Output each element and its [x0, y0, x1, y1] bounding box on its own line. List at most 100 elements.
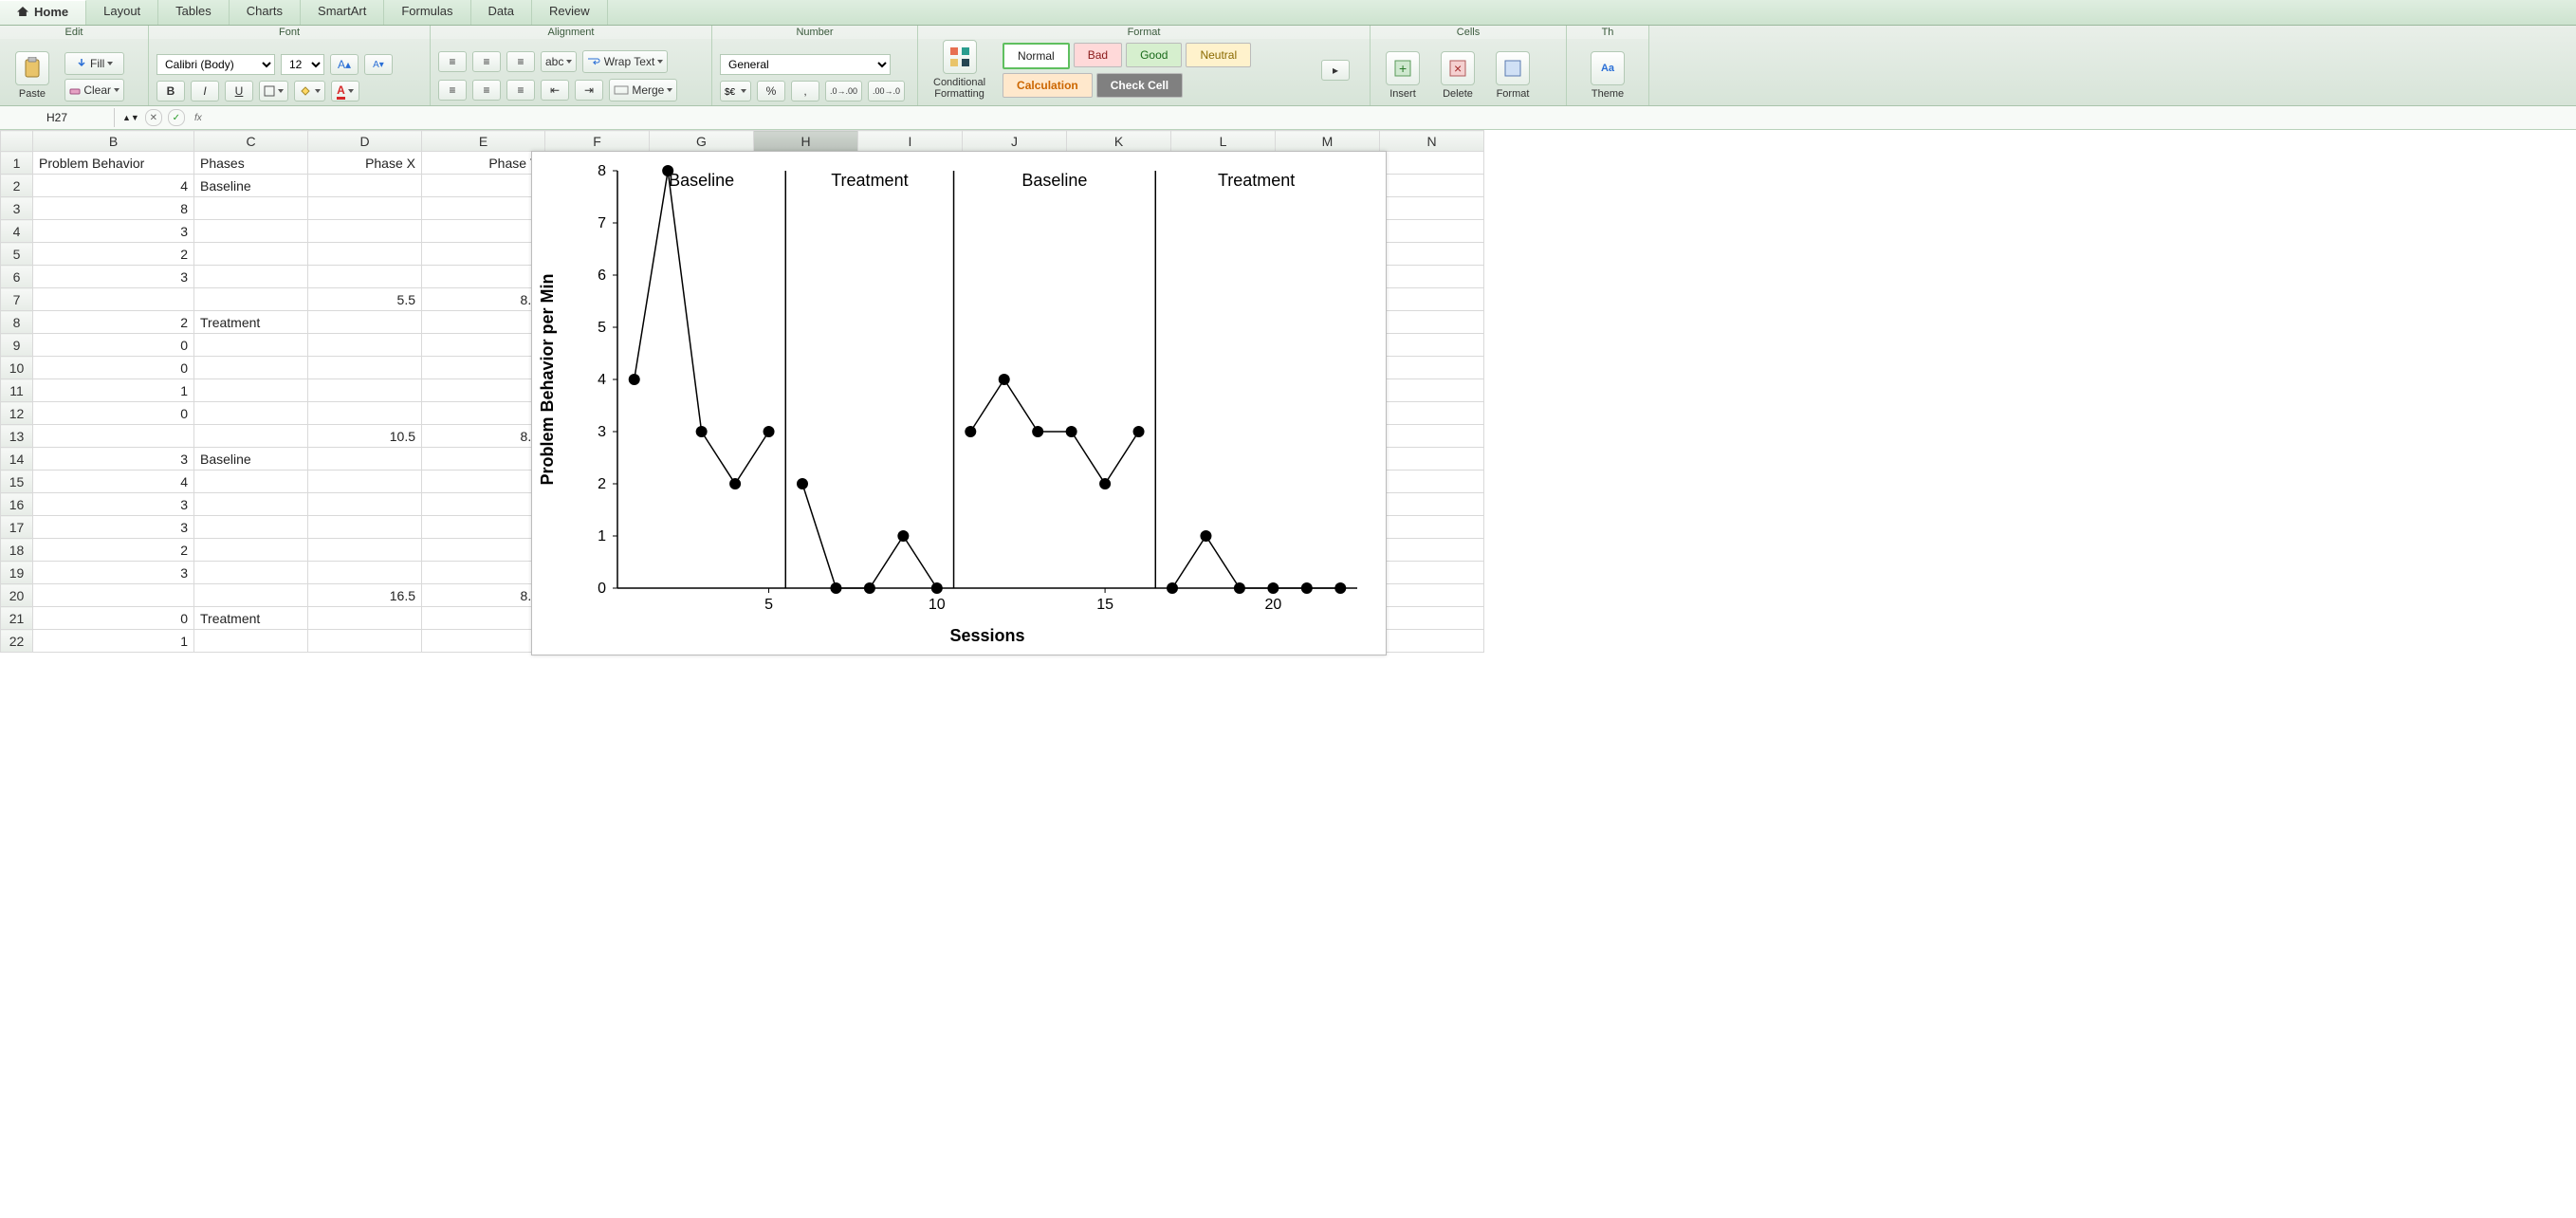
column-header-G[interactable]: G: [650, 131, 754, 152]
cell-B13[interactable]: [33, 425, 194, 448]
cell-B6[interactable]: 3: [33, 266, 194, 288]
style-calculation[interactable]: Calculation: [1003, 73, 1093, 98]
align-bottom-button[interactable]: ≡: [506, 51, 535, 72]
column-header-F[interactable]: F: [545, 131, 650, 152]
cell-E8[interactable]: [422, 311, 545, 334]
column-header-B[interactable]: B: [33, 131, 194, 152]
cell-D16[interactable]: [308, 493, 422, 516]
cell-B16[interactable]: 3: [33, 493, 194, 516]
row-header-22[interactable]: 22: [1, 630, 33, 653]
cell-N13[interactable]: [1380, 425, 1484, 448]
cell-B12[interactable]: 0: [33, 402, 194, 425]
cell-B8[interactable]: 2: [33, 311, 194, 334]
select-all-corner[interactable]: [1, 131, 33, 152]
shrink-font-button[interactable]: A▾: [364, 54, 393, 75]
decrease-decimal-button[interactable]: .00→.0: [868, 81, 905, 102]
cell-B22[interactable]: 1: [33, 630, 194, 653]
cell-N21[interactable]: [1380, 607, 1484, 630]
row-header-15[interactable]: 15: [1, 471, 33, 493]
cell-N20[interactable]: [1380, 584, 1484, 607]
cell-B1[interactable]: Problem Behavior: [33, 152, 194, 175]
name-box[interactable]: H27: [0, 108, 115, 127]
currency-button[interactable]: $€: [720, 81, 751, 102]
cell-C7[interactable]: [194, 288, 308, 311]
cell-B7[interactable]: [33, 288, 194, 311]
font-family-select[interactable]: Calibri (Body): [156, 54, 275, 75]
cell-E17[interactable]: [422, 516, 545, 539]
cell-C4[interactable]: [194, 220, 308, 243]
cell-D22[interactable]: [308, 630, 422, 653]
percent-button[interactable]: %: [757, 81, 785, 102]
row-header-8[interactable]: 8: [1, 311, 33, 334]
row-header-5[interactable]: 5: [1, 243, 33, 266]
cell-E11[interactable]: [422, 379, 545, 402]
style-neutral[interactable]: Neutral: [1186, 43, 1251, 67]
cell-D7[interactable]: 5.5: [308, 288, 422, 311]
row-header-10[interactable]: 10: [1, 357, 33, 379]
cell-N8[interactable]: [1380, 311, 1484, 334]
cell-N14[interactable]: [1380, 448, 1484, 471]
cell-D11[interactable]: [308, 379, 422, 402]
align-left-button[interactable]: ≡: [438, 80, 467, 101]
cell-C22[interactable]: [194, 630, 308, 653]
number-format-select[interactable]: General: [720, 54, 891, 75]
cell-C13[interactable]: [194, 425, 308, 448]
cell-C5[interactable]: [194, 243, 308, 266]
cell-E9[interactable]: [422, 334, 545, 357]
cell-B3[interactable]: 8: [33, 197, 194, 220]
cell-C19[interactable]: [194, 562, 308, 584]
cell-D8[interactable]: [308, 311, 422, 334]
row-header-1[interactable]: 1: [1, 152, 33, 175]
cell-N1[interactable]: [1380, 152, 1484, 175]
cell-D10[interactable]: [308, 357, 422, 379]
cell-B20[interactable]: [33, 584, 194, 607]
cell-N5[interactable]: [1380, 243, 1484, 266]
column-header-H[interactable]: H: [754, 131, 858, 152]
cell-E2[interactable]: [422, 175, 545, 197]
cell-B14[interactable]: 3: [33, 448, 194, 471]
cell-N22[interactable]: [1380, 630, 1484, 653]
grow-font-button[interactable]: A▴: [330, 54, 359, 75]
cell-D15[interactable]: [308, 471, 422, 493]
cell-C3[interactable]: [194, 197, 308, 220]
row-header-20[interactable]: 20: [1, 584, 33, 607]
styles-more-button[interactable]: ▸: [1321, 60, 1350, 81]
cell-N6[interactable]: [1380, 266, 1484, 288]
cell-E22[interactable]: [422, 630, 545, 653]
cell-D13[interactable]: 10.5: [308, 425, 422, 448]
bold-button[interactable]: B: [156, 81, 185, 102]
cell-N19[interactable]: [1380, 562, 1484, 584]
italic-button[interactable]: I: [191, 81, 219, 102]
cell-E1[interactable]: Phase Y: [422, 152, 545, 175]
column-header-M[interactable]: M: [1276, 131, 1380, 152]
cell-B10[interactable]: 0: [33, 357, 194, 379]
tab-review[interactable]: Review: [532, 0, 608, 25]
insert-cells-button[interactable]: +Insert: [1378, 49, 1427, 102]
cell-E10[interactable]: [422, 357, 545, 379]
comma-button[interactable]: ,: [791, 81, 819, 102]
cell-D4[interactable]: [308, 220, 422, 243]
cell-C15[interactable]: [194, 471, 308, 493]
column-header-I[interactable]: I: [858, 131, 963, 152]
cell-B21[interactable]: 0: [33, 607, 194, 630]
cell-C20[interactable]: [194, 584, 308, 607]
cell-N11[interactable]: [1380, 379, 1484, 402]
cell-D21[interactable]: [308, 607, 422, 630]
row-header-7[interactable]: 7: [1, 288, 33, 311]
style-normal[interactable]: Normal: [1003, 43, 1070, 69]
cell-D5[interactable]: [308, 243, 422, 266]
formula-input[interactable]: [213, 115, 2576, 120]
style-good[interactable]: Good: [1126, 43, 1182, 67]
cell-E12[interactable]: [422, 402, 545, 425]
row-header-9[interactable]: 9: [1, 334, 33, 357]
cell-E15[interactable]: [422, 471, 545, 493]
cell-N12[interactable]: [1380, 402, 1484, 425]
style-check-cell[interactable]: Check Cell: [1096, 73, 1183, 98]
fill-button[interactable]: Fill: [64, 52, 124, 75]
cell-D18[interactable]: [308, 539, 422, 562]
cell-C18[interactable]: [194, 539, 308, 562]
cell-C9[interactable]: [194, 334, 308, 357]
cell-N10[interactable]: [1380, 357, 1484, 379]
increase-decimal-button[interactable]: .0→.00: [825, 81, 862, 102]
cell-B5[interactable]: 2: [33, 243, 194, 266]
